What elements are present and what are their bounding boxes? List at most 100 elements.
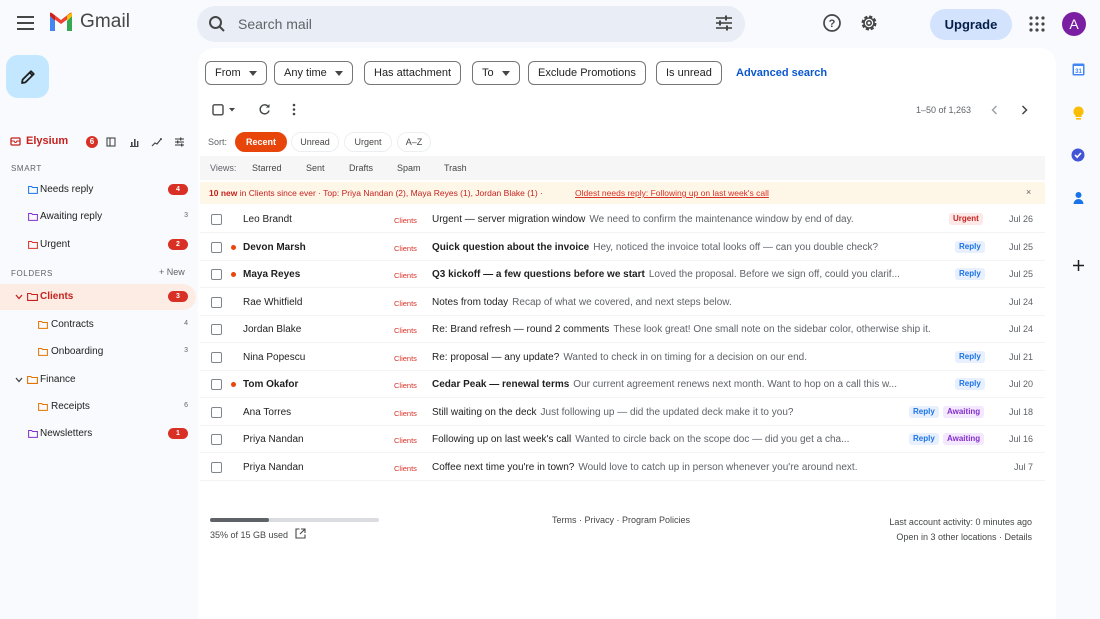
filter-chip-any-time[interactable]: Any time [274, 61, 353, 85]
calendar-icon[interactable]: 31 [1072, 63, 1085, 76]
refresh-icon[interactable] [258, 103, 271, 116]
email-row[interactable]: Ana Torres Clients Still waiting on the de… [200, 399, 1045, 426]
chevron-right-icon[interactable] [1021, 105, 1028, 115]
search-input[interactable] [238, 16, 698, 32]
view-spam[interactable]: Spam [397, 163, 421, 173]
tag-reply: Reply [909, 433, 939, 445]
row-checkbox[interactable] [211, 296, 222, 308]
chart-icon[interactable] [129, 137, 139, 147]
row-checkbox[interactable] [211, 351, 222, 363]
folder-icon [28, 429, 38, 438]
open-external-icon[interactable] [295, 528, 306, 539]
details-link[interactable]: Details [1004, 532, 1032, 542]
help-icon[interactable]: ? [822, 13, 842, 33]
upgrade-button[interactable]: Upgrade [930, 9, 1012, 40]
svg-text:?: ? [829, 18, 836, 30]
inbox-view-icon[interactable] [106, 137, 116, 147]
sidebar-item-newsletters[interactable]: Newsletters 1 [0, 421, 196, 447]
email-snippet: Would love to catch up in person wheneve… [578, 461, 858, 473]
email-subject: Still waiting on the deck [432, 406, 537, 418]
view-starred[interactable]: Starred [252, 163, 282, 173]
chevron-down-icon[interactable] [15, 294, 23, 300]
new-folder-link[interactable]: + New [159, 267, 185, 277]
account-row[interactable]: Elysium 6 [0, 132, 196, 152]
email-date: Jul 7 [1013, 461, 1033, 472]
filter-chip-to[interactable]: To [472, 61, 520, 85]
urgent-count: 2 [168, 239, 188, 250]
email-label: Clients [394, 326, 417, 335]
email-row[interactable]: Nina Popescu Clients Re: proposal — any up… [200, 344, 1045, 371]
sort-label: Sort: [208, 137, 228, 147]
filter-chip-from[interactable]: From [205, 61, 267, 85]
sidebar-item-needs-reply[interactable]: Needs reply 4 [0, 177, 196, 203]
email-date: Jul 25 [1008, 269, 1033, 279]
email-snippet: Wanted to check in on timing for a decis… [563, 351, 807, 363]
avatar[interactable]: A [1062, 12, 1086, 36]
sort-recent[interactable]: Recent [235, 132, 287, 152]
email-row[interactable]: Maya Reyes Clients Q3 kickoff — a few ques… [200, 261, 1045, 288]
main-panel: From Any time Has attachment To Exclude … [198, 48, 1056, 619]
row-checkbox[interactable] [211, 214, 222, 225]
smart-section-label: SMART [11, 164, 42, 173]
tag-urgent: Urgent [949, 213, 983, 225]
row-checkbox[interactable] [211, 434, 222, 445]
search-bar[interactable] [197, 6, 745, 42]
sidebar-item-clients[interactable]: Clients 3 [0, 284, 196, 310]
email-row[interactable]: Priya Nandan Clients Following up on last … [200, 426, 1045, 453]
view-sent[interactable]: Sent [306, 163, 325, 173]
advanced-search-link[interactable]: Advanced search [736, 67, 827, 79]
email-row[interactable]: Devon Marsh Clients Quick question about t… [200, 234, 1045, 261]
sort-urgent[interactable]: Urgent [344, 132, 392, 152]
account-badge: 6 [86, 136, 98, 148]
footer-links[interactable]: Terms · Privacy · Program Policies [552, 515, 690, 525]
settings-icon[interactable] [859, 13, 879, 33]
row-checkbox[interactable] [211, 269, 222, 280]
apps-icon[interactable] [1029, 16, 1045, 32]
chevron-left-icon[interactable] [991, 105, 998, 115]
contacts-icon[interactable] [1073, 191, 1084, 205]
tasks-icon[interactable] [1071, 148, 1085, 162]
route-icon[interactable] [151, 137, 162, 147]
search-icon[interactable] [208, 15, 226, 33]
pagination-range: 1–50 of 1,263 [916, 105, 972, 115]
row-checkbox[interactable] [211, 241, 222, 253]
email-row[interactable]: Rae Whitfield Clients Notes from today Reca… [200, 289, 1045, 316]
sidebar-item-urgent[interactable]: Urgent 2 [0, 232, 196, 258]
menu-icon[interactable] [16, 14, 38, 34]
email-snippet: Just following up — did the updated deck… [540, 406, 794, 418]
compose-button[interactable] [6, 55, 49, 98]
view-trash[interactable]: Trash [444, 163, 467, 173]
sort-unread[interactable]: Unread [291, 132, 339, 152]
email-snippet: Recap of what we covered, and next steps… [512, 296, 732, 308]
row-checkbox[interactable] [211, 324, 222, 335]
chevron-down-icon[interactable] [15, 377, 23, 383]
view-drafts[interactable]: Drafts [349, 163, 373, 173]
sidebar-item-onboarding[interactable]: Onboarding 3 [0, 339, 196, 365]
filter-settings-icon[interactable] [174, 137, 185, 147]
tune-icon[interactable] [715, 15, 733, 31]
sidebar-item-awaiting-reply[interactable]: Awaiting reply 3 [0, 204, 196, 230]
row-checkbox[interactable] [211, 406, 222, 418]
email-date: Jul 26 [1008, 214, 1033, 224]
plus-icon[interactable] [1072, 259, 1085, 272]
sidebar-item-receipts[interactable]: Receipts 6 [0, 394, 196, 420]
sidebar-item-finance[interactable]: Finance [0, 367, 196, 393]
oldest-needs-reply-link[interactable]: Oldest needs reply: Following up on last… [575, 188, 769, 198]
select-all-checkbox[interactable] [212, 104, 238, 116]
email-row[interactable]: Tom Okafor Clients Cedar Peak — renewal te… [200, 371, 1045, 398]
filter-chip-exclude-promotions[interactable]: Exclude Promotions [528, 61, 646, 85]
views-bar: Views: Starred Sent Drafts Spam Trash [200, 156, 1045, 180]
close-icon[interactable]: × [1026, 187, 1031, 197]
row-checkbox[interactable] [211, 461, 222, 473]
sort-a-z[interactable]: A–Z [397, 132, 431, 152]
filter-chip-has-attachment[interactable]: Has attachment [364, 61, 462, 85]
email-row[interactable]: Jordan Blake Clients Re: Brand refresh — r… [200, 316, 1045, 343]
sidebar-item-contracts[interactable]: Contracts 4 [0, 312, 196, 338]
keep-icon[interactable] [1073, 106, 1084, 120]
email-row[interactable]: Leo Brandt Clients Urgent — server migrati… [200, 206, 1045, 233]
filter-chip-is-unread[interactable]: Is unread [656, 61, 722, 85]
gmail-logo[interactable]: Gmail [48, 11, 130, 33]
more-vert-icon[interactable] [292, 103, 296, 116]
email-row[interactable]: Priya Nandan Clients Coffee next time you'… [200, 454, 1045, 481]
row-checkbox[interactable] [211, 379, 222, 390]
